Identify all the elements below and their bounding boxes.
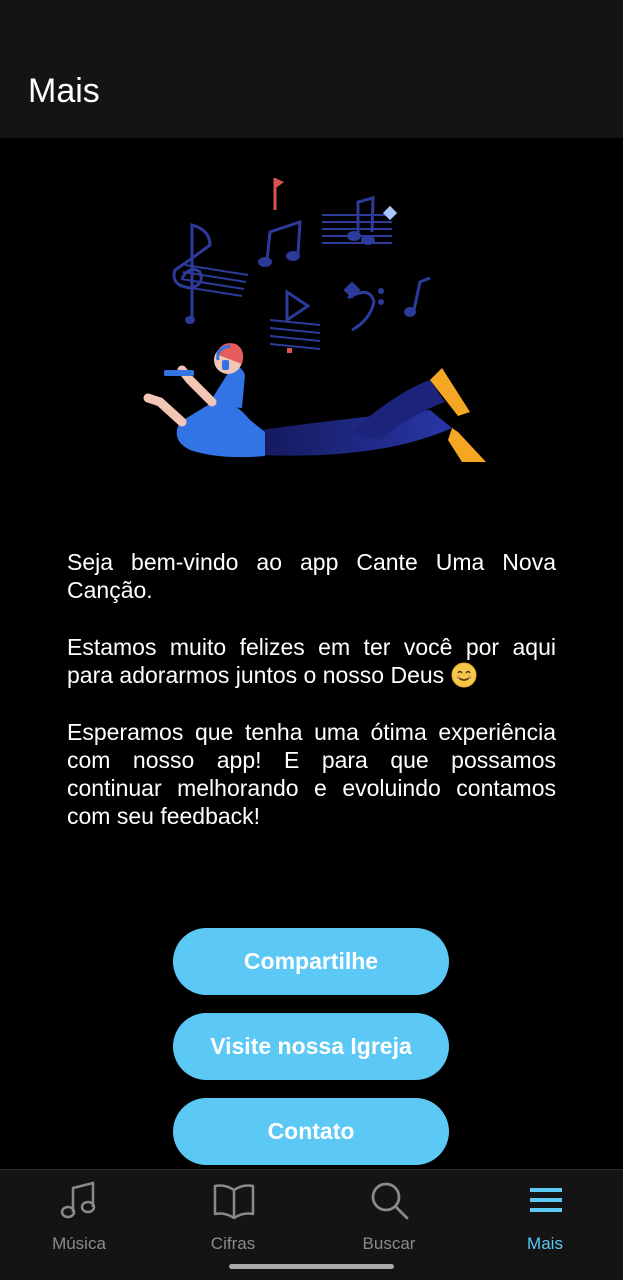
nav-label-mais: Mais (527, 1234, 563, 1253)
menu-icon (530, 1188, 562, 1212)
book-icon (213, 1184, 255, 1220)
music-note-icon (60, 1181, 96, 1219)
person-listening-music-illustration (130, 170, 500, 470)
visit-church-button[interactable]: Visite nossa Igreja (173, 1013, 449, 1080)
nav-label-buscar: Buscar (362, 1234, 416, 1253)
happy-paragraph: Estamos muito felizes em ter você por aq… (67, 633, 556, 689)
status-bar (0, 0, 623, 48)
contact-button[interactable]: Contato (173, 1098, 449, 1165)
nav-item-mais[interactable]: Mais (467, 1170, 623, 1270)
nav-item-musica[interactable]: Música (1, 1170, 157, 1270)
nav-label-musica: Música (52, 1234, 106, 1253)
happy-paragraph-text: Estamos muito felizes em ter você por aq… (67, 634, 556, 688)
feedback-paragraph: Esperamos que tenha uma ótima experiênci… (67, 719, 556, 829)
smiling-face-emoji (451, 662, 477, 688)
search-icon (371, 1182, 409, 1220)
welcome-text: Seja bem-vindo ao app Cante Uma Nova Can… (67, 548, 556, 859)
nav-label-cifras: Cifras (210, 1234, 256, 1253)
nav-item-buscar[interactable]: Buscar (311, 1170, 467, 1270)
page-title: Mais (28, 72, 100, 110)
home-indicator[interactable] (229, 1264, 394, 1269)
welcome-paragraph: Seja bem-vindo ao app Cante Uma Nova Can… (67, 549, 556, 603)
app-bar: Mais (0, 48, 623, 138)
nav-item-cifras[interactable]: Cifras (155, 1170, 311, 1270)
share-button[interactable]: Compartilhe (173, 928, 449, 995)
